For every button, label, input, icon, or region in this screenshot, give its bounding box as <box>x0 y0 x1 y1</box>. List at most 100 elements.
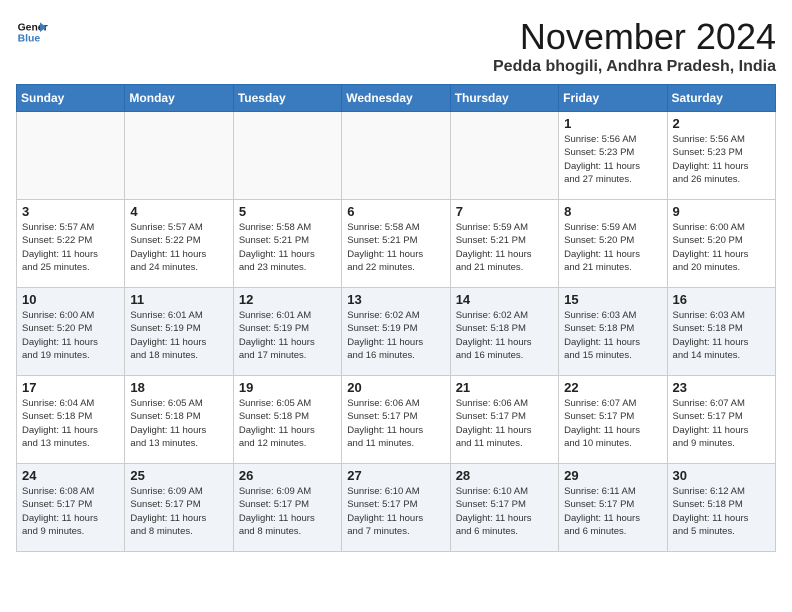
calendar-cell: 26 Sunrise: 6:09 AM Sunset: 5:17 PM Dayli… <box>233 464 341 552</box>
calendar-cell: 7 Sunrise: 5:59 AM Sunset: 5:21 PM Daylig… <box>450 200 558 288</box>
day-info: Sunrise: 6:04 AM Sunset: 5:18 PM Dayligh… <box>22 397 119 450</box>
calendar-cell: 5 Sunrise: 5:58 AM Sunset: 5:21 PM Daylig… <box>233 200 341 288</box>
calendar-cell: 9Sunrise: 6:00 AM Sunset: 5:20 PM Daylig… <box>667 200 775 288</box>
calendar-cell: 18 Sunrise: 6:05 AM Sunset: 5:18 PM Dayli… <box>125 376 233 464</box>
calendar-cell: 22Sunrise: 6:07 AM Sunset: 5:17 PM Dayli… <box>559 376 667 464</box>
calendar-cell: 1 Sunrise: 5:56 AM Sunset: 5:23 PM Daylig… <box>559 112 667 200</box>
day-number: 2 <box>673 116 770 131</box>
day-number: 29 <box>564 468 661 483</box>
calendar-cell: 20 Sunrise: 6:06 AM Sunset: 5:17 PM Dayli… <box>342 376 450 464</box>
day-info: Sunrise: 6:05 AM Sunset: 5:18 PM Dayligh… <box>130 397 227 450</box>
day-info: Sunrise: 6:06 AM Sunset: 5:17 PM Dayligh… <box>347 397 444 450</box>
calendar-cell: 14Sunrise: 6:02 AM Sunset: 5:18 PM Dayli… <box>450 288 558 376</box>
calendar-cell: 3 Sunrise: 5:57 AM Sunset: 5:22 PM Daylig… <box>17 200 125 288</box>
day-number: 24 <box>22 468 119 483</box>
day-number: 26 <box>239 468 336 483</box>
day-number: 3 <box>22 204 119 219</box>
weekday-header-wednesday: Wednesday <box>342 85 450 112</box>
weekday-header-friday: Friday <box>559 85 667 112</box>
day-number: 23 <box>673 380 770 395</box>
day-number: 28 <box>456 468 553 483</box>
page-header: General Blue November 2024 Pedda bhogili… <box>16 16 776 76</box>
calendar-cell: 4 Sunrise: 5:57 AM Sunset: 5:22 PM Daylig… <box>125 200 233 288</box>
calendar-week-row: 24 Sunrise: 6:08 AM Sunset: 5:17 PM Dayli… <box>17 464 776 552</box>
calendar-cell: 6 Sunrise: 5:58 AM Sunset: 5:21 PM Daylig… <box>342 200 450 288</box>
day-number: 25 <box>130 468 227 483</box>
day-number: 12 <box>239 292 336 307</box>
day-info: Sunrise: 5:58 AM Sunset: 5:21 PM Dayligh… <box>347 221 444 274</box>
weekday-header-sunday: Sunday <box>17 85 125 112</box>
day-info: Sunrise: 5:56 AM Sunset: 5:23 PM Dayligh… <box>673 133 770 186</box>
day-info: Sunrise: 6:09 AM Sunset: 5:17 PM Dayligh… <box>130 485 227 538</box>
calendar-cell: 30 Sunrise: 6:12 AM Sunset: 5:18 PM Dayli… <box>667 464 775 552</box>
day-number: 17 <box>22 380 119 395</box>
day-info: Sunrise: 5:59 AM Sunset: 5:21 PM Dayligh… <box>456 221 553 274</box>
day-info: Sunrise: 5:58 AM Sunset: 5:21 PM Dayligh… <box>239 221 336 274</box>
day-number: 4 <box>130 204 227 219</box>
day-number: 6 <box>347 204 444 219</box>
day-info: Sunrise: 6:03 AM Sunset: 5:18 PM Dayligh… <box>564 309 661 362</box>
day-info: Sunrise: 6:05 AM Sunset: 5:18 PM Dayligh… <box>239 397 336 450</box>
calendar-cell: 21 Sunrise: 6:06 AM Sunset: 5:17 PM Dayli… <box>450 376 558 464</box>
calendar-week-row: 10 Sunrise: 6:00 AM Sunset: 5:20 PM Dayli… <box>17 288 776 376</box>
day-number: 30 <box>673 468 770 483</box>
day-number: 18 <box>130 380 227 395</box>
day-info: Sunrise: 5:57 AM Sunset: 5:22 PM Dayligh… <box>22 221 119 274</box>
calendar-table: SundayMondayTuesdayWednesdayThursdayFrid… <box>16 84 776 552</box>
month-title: November 2024 <box>493 16 776 58</box>
calendar-cell: 10 Sunrise: 6:00 AM Sunset: 5:20 PM Dayli… <box>17 288 125 376</box>
day-number: 7 <box>456 204 553 219</box>
day-number: 16 <box>673 292 770 307</box>
day-info: Sunrise: 6:02 AM Sunset: 5:19 PM Dayligh… <box>347 309 444 362</box>
svg-text:Blue: Blue <box>18 34 41 45</box>
day-info: Sunrise: 6:08 AM Sunset: 5:17 PM Dayligh… <box>22 485 119 538</box>
calendar-cell <box>125 112 233 200</box>
logo: General Blue <box>16 16 48 48</box>
calendar-cell <box>17 112 125 200</box>
calendar-cell: 25 Sunrise: 6:09 AM Sunset: 5:17 PM Dayli… <box>125 464 233 552</box>
calendar-week-row: 1 Sunrise: 5:56 AM Sunset: 5:23 PM Daylig… <box>17 112 776 200</box>
day-info: Sunrise: 5:57 AM Sunset: 5:22 PM Dayligh… <box>130 221 227 274</box>
day-number: 11 <box>130 292 227 307</box>
location: Pedda bhogili, Andhra Pradesh, India <box>493 58 776 76</box>
day-number: 1 <box>564 116 661 131</box>
calendar-cell: 24 Sunrise: 6:08 AM Sunset: 5:17 PM Dayli… <box>17 464 125 552</box>
day-info: Sunrise: 6:10 AM Sunset: 5:17 PM Dayligh… <box>456 485 553 538</box>
day-info: Sunrise: 6:01 AM Sunset: 5:19 PM Dayligh… <box>130 309 227 362</box>
day-info: Sunrise: 6:12 AM Sunset: 5:18 PM Dayligh… <box>673 485 770 538</box>
day-info: Sunrise: 6:01 AM Sunset: 5:19 PM Dayligh… <box>239 309 336 362</box>
weekday-header-tuesday: Tuesday <box>233 85 341 112</box>
day-number: 13 <box>347 292 444 307</box>
calendar-week-row: 17 Sunrise: 6:04 AM Sunset: 5:18 PM Dayli… <box>17 376 776 464</box>
day-info: Sunrise: 5:56 AM Sunset: 5:23 PM Dayligh… <box>564 133 661 186</box>
day-info: Sunrise: 6:07 AM Sunset: 5:17 PM Dayligh… <box>673 397 770 450</box>
calendar-cell: 19Sunrise: 6:05 AM Sunset: 5:18 PM Dayli… <box>233 376 341 464</box>
day-info: Sunrise: 6:00 AM Sunset: 5:20 PM Dayligh… <box>22 309 119 362</box>
day-number: 5 <box>239 204 336 219</box>
calendar-cell: 8Sunrise: 5:59 AM Sunset: 5:20 PM Daylig… <box>559 200 667 288</box>
calendar-cell: 16 Sunrise: 6:03 AM Sunset: 5:18 PM Dayli… <box>667 288 775 376</box>
day-number: 20 <box>347 380 444 395</box>
day-number: 8 <box>564 204 661 219</box>
day-info: Sunrise: 6:09 AM Sunset: 5:17 PM Dayligh… <box>239 485 336 538</box>
day-number: 9 <box>673 204 770 219</box>
title-section: November 2024 Pedda bhogili, Andhra Prad… <box>493 16 776 76</box>
calendar-cell: 28 Sunrise: 6:10 AM Sunset: 5:17 PM Dayli… <box>450 464 558 552</box>
weekday-header-saturday: Saturday <box>667 85 775 112</box>
day-info: Sunrise: 6:02 AM Sunset: 5:18 PM Dayligh… <box>456 309 553 362</box>
weekday-header-row: SundayMondayTuesdayWednesdayThursdayFrid… <box>17 85 776 112</box>
day-number: 10 <box>22 292 119 307</box>
calendar-cell: 2 Sunrise: 5:56 AM Sunset: 5:23 PM Daylig… <box>667 112 775 200</box>
calendar-cell: 13 Sunrise: 6:02 AM Sunset: 5:19 PM Dayli… <box>342 288 450 376</box>
calendar-cell: 29Sunrise: 6:11 AM Sunset: 5:17 PM Dayli… <box>559 464 667 552</box>
logo-icon: General Blue <box>16 16 48 48</box>
day-number: 21 <box>456 380 553 395</box>
day-info: Sunrise: 6:06 AM Sunset: 5:17 PM Dayligh… <box>456 397 553 450</box>
calendar-cell: 15Sunrise: 6:03 AM Sunset: 5:18 PM Dayli… <box>559 288 667 376</box>
calendar-cell <box>233 112 341 200</box>
calendar-cell <box>342 112 450 200</box>
calendar-cell <box>450 112 558 200</box>
day-info: Sunrise: 6:03 AM Sunset: 5:18 PM Dayligh… <box>673 309 770 362</box>
calendar-cell: 23 Sunrise: 6:07 AM Sunset: 5:17 PM Dayli… <box>667 376 775 464</box>
calendar-cell: 12 Sunrise: 6:01 AM Sunset: 5:19 PM Dayli… <box>233 288 341 376</box>
